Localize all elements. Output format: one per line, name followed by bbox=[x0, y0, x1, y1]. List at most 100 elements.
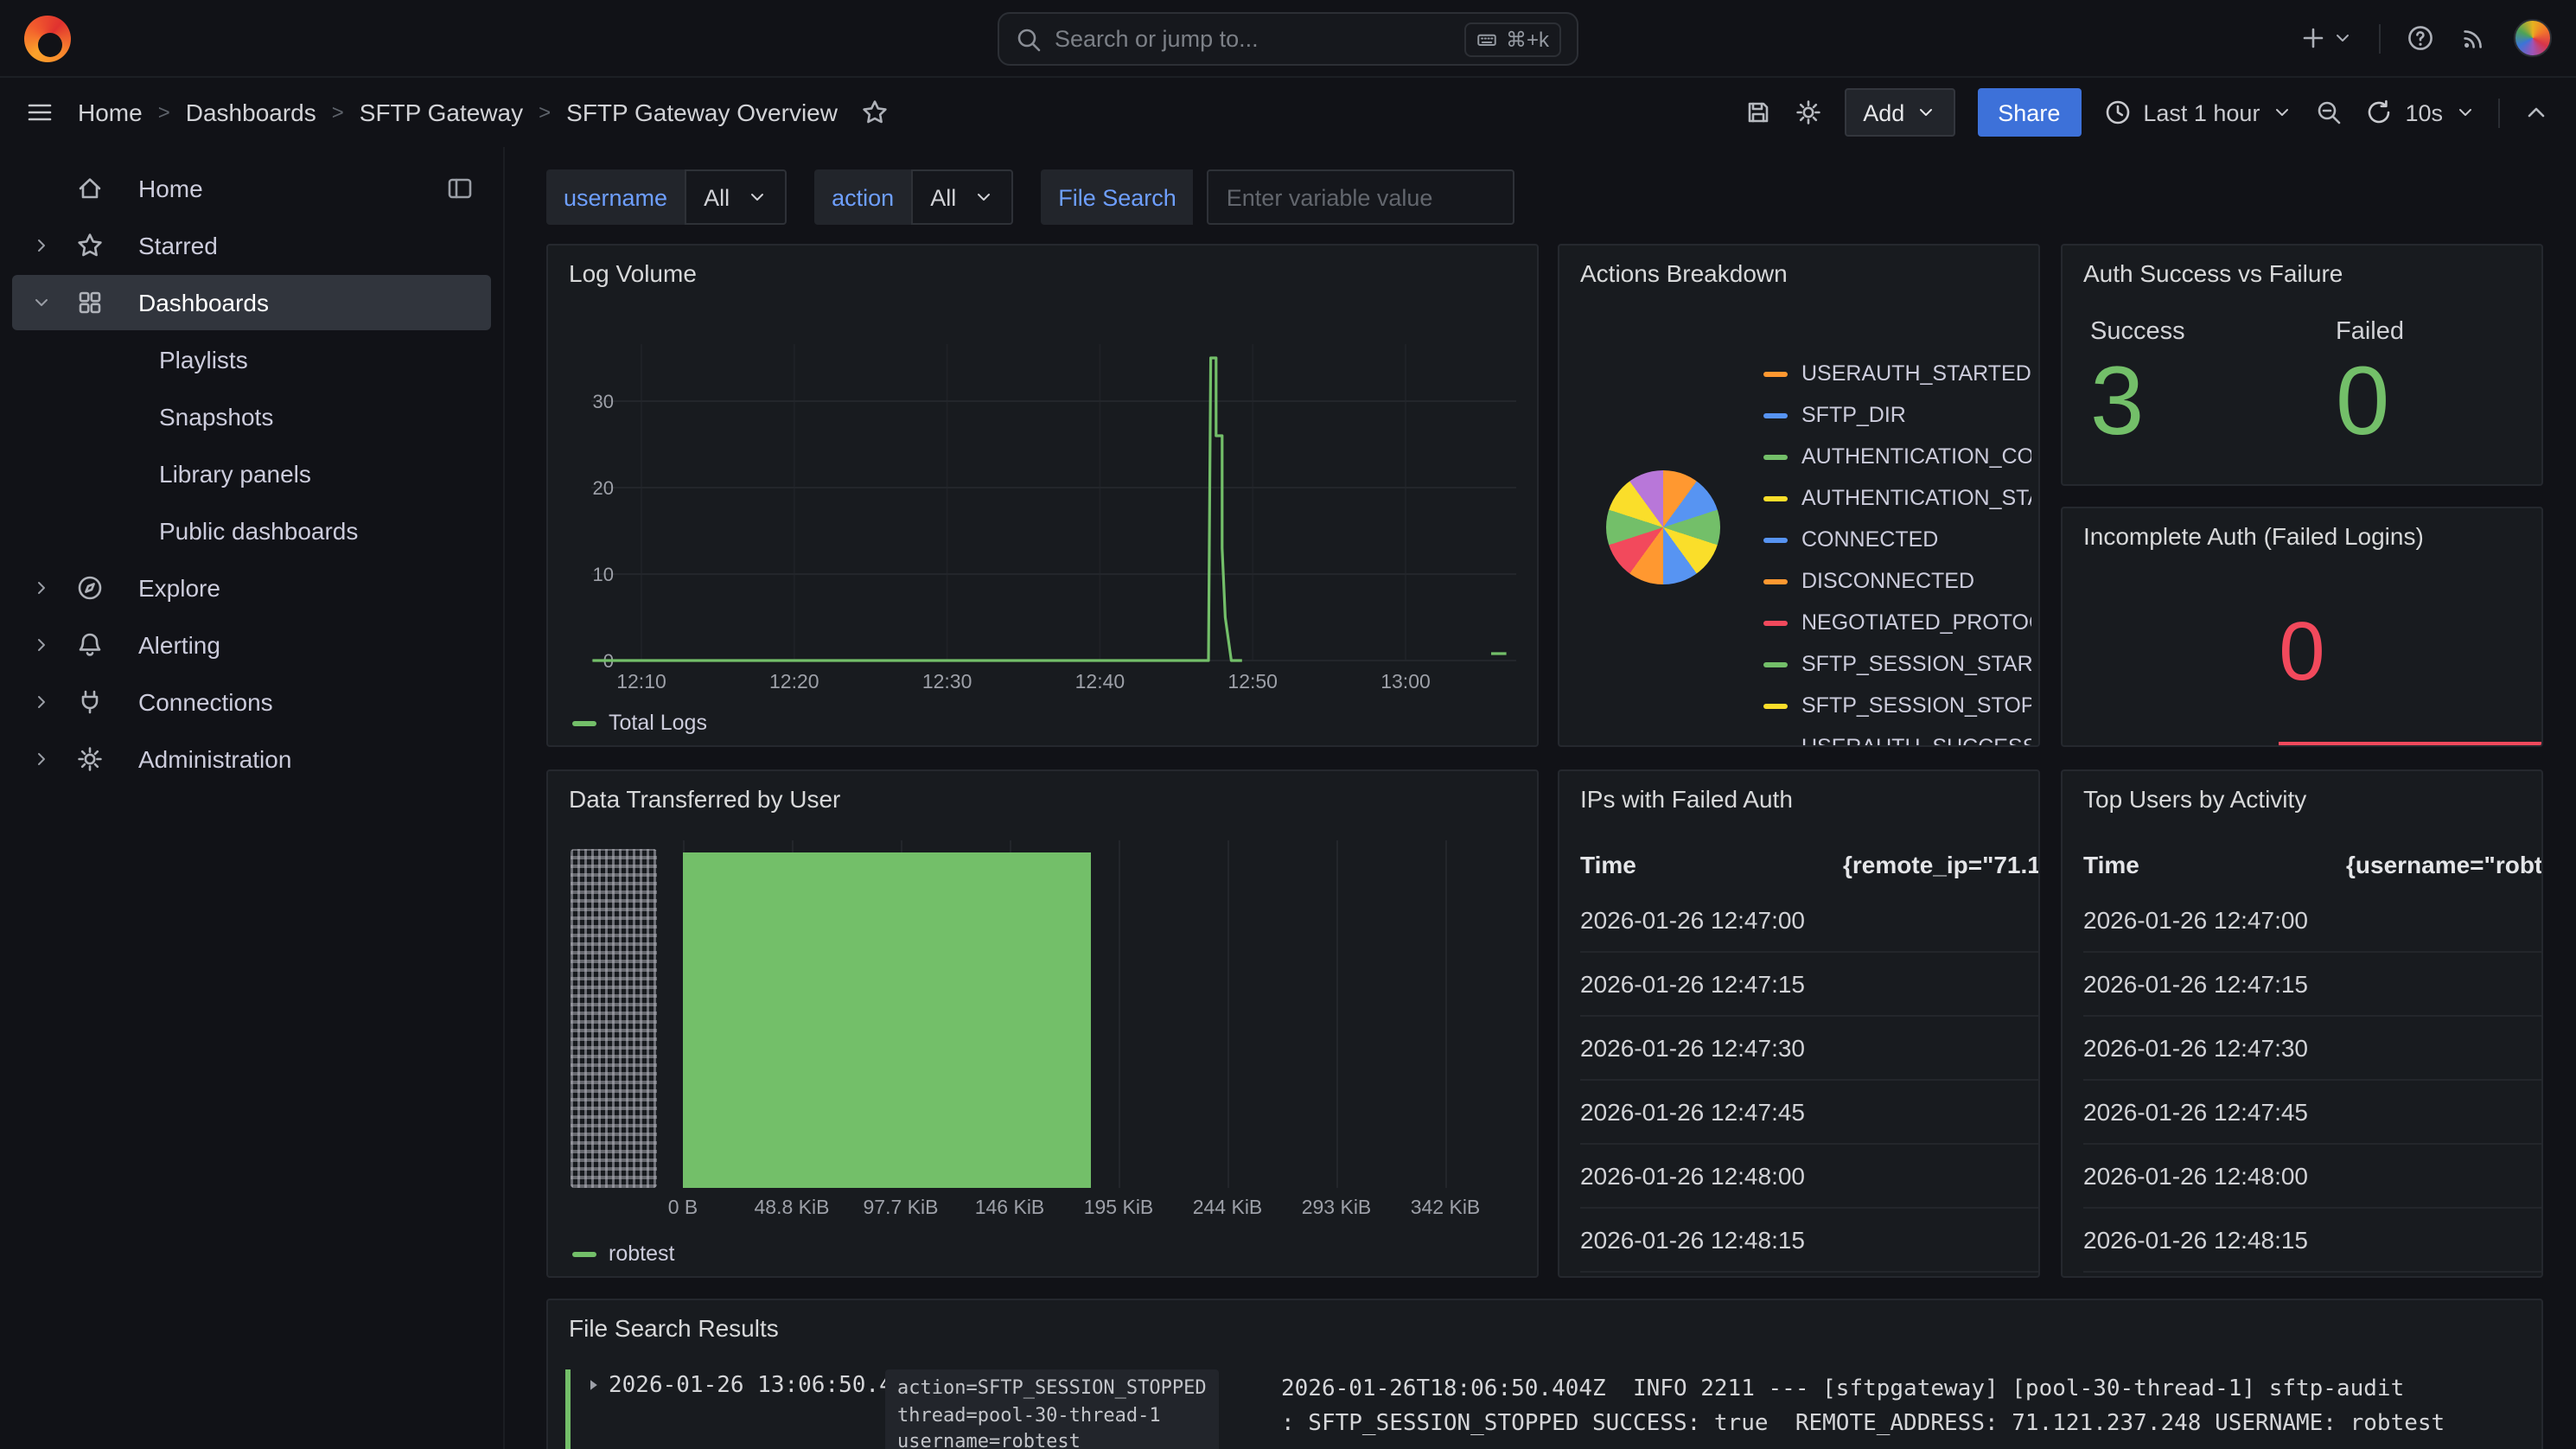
breadcrumb-item-sftp-gateway-overview[interactable]: SFTP Gateway Overview bbox=[566, 99, 838, 126]
legend-item-total-logs[interactable]: Total Logs bbox=[572, 711, 707, 735]
column-header-value[interactable]: {username="robtest"} bbox=[2346, 851, 2541, 878]
expand-log-caret-icon[interactable] bbox=[583, 1375, 603, 1395]
sidebar-item-snapshots[interactable]: Snapshots bbox=[12, 389, 491, 444]
sidebar-item-alerting[interactable]: Alerting bbox=[12, 617, 491, 673]
stat-value: 0 bbox=[2336, 351, 2543, 450]
sidebar-item-administration[interactable]: Administration bbox=[12, 731, 491, 787]
menu-icon[interactable] bbox=[26, 99, 54, 126]
variable-username-value[interactable]: All bbox=[685, 169, 787, 225]
table-row: 2026-01-26 12:47:15 bbox=[1580, 953, 2038, 1017]
apps-icon bbox=[76, 289, 118, 316]
new-menu-button[interactable] bbox=[2299, 24, 2353, 52]
table-row: 2026-01-26 12:47:30 bbox=[1580, 1017, 2038, 1081]
chevron-right-icon[interactable] bbox=[31, 749, 76, 769]
gridline bbox=[1336, 840, 1338, 1188]
divider bbox=[2379, 23, 2381, 53]
legend-item-sftp-session-stopped[interactable]: SFTP_SESSION_STOPPED bbox=[1763, 685, 2031, 726]
refresh-picker[interactable]: 10s bbox=[2365, 99, 2476, 126]
search-input[interactable] bbox=[1055, 26, 1452, 52]
collapse-toolbar-icon[interactable] bbox=[2522, 99, 2550, 126]
rss-icon bbox=[2460, 24, 2488, 52]
keyboard-icon bbox=[1476, 29, 1497, 49]
legend-color-dash bbox=[572, 1251, 596, 1256]
variable-action-value[interactable]: All bbox=[911, 169, 1013, 225]
table-header-row: Time{remote_ip="71.121.237.248"} bbox=[1580, 840, 2038, 889]
search-bar[interactable]: ⌘+k bbox=[998, 12, 1578, 66]
panel-title[interactable]: Incomplete Auth (Failed Logins) bbox=[2063, 508, 2541, 564]
breadcrumb-item-home[interactable]: Home bbox=[78, 99, 143, 126]
sidebar-item-library-panels[interactable]: Library panels bbox=[12, 446, 491, 501]
panel-title[interactable]: IPs with Failed Auth bbox=[1559, 771, 2038, 827]
legend-item-connected[interactable]: CONNECTED bbox=[1763, 519, 2031, 560]
chevron-right-icon[interactable] bbox=[31, 692, 76, 712]
sidebar-item-label: Alerting bbox=[138, 631, 220, 659]
legend-item-userauth-started[interactable]: USERAUTH_STARTED bbox=[1763, 353, 2031, 394]
dashboard-canvas: username All action All File Search Log bbox=[505, 147, 2576, 1449]
log-row: 2026-01-26 13:06:50.404 action=SFTP_SESS… bbox=[565, 1369, 2521, 1449]
stat-value: 3 bbox=[2090, 351, 2336, 450]
legend-item-negotiated-protocol[interactable]: NEGOTIATED_PROTOCOL bbox=[1763, 602, 2031, 643]
share-button[interactable]: Share bbox=[1977, 88, 2081, 137]
legend-item-sftp-dir[interactable]: SFTP_DIR bbox=[1763, 394, 2031, 436]
legend-item-robtest[interactable]: robtest bbox=[572, 1242, 674, 1266]
zoom-out-icon[interactable] bbox=[2315, 99, 2343, 126]
svg-text:20: 20 bbox=[593, 477, 614, 499]
help-button[interactable] bbox=[2407, 24, 2434, 52]
legend-item-sftp-session-started[interactable]: SFTP_SESSION_STARTED bbox=[1763, 643, 2031, 685]
chevron-right-icon[interactable] bbox=[31, 578, 76, 598]
log-detected-fields: action=SFTP_SESSION_STOPPEDthread=pool-3… bbox=[885, 1369, 1219, 1449]
panel-title[interactable]: Auth Success vs Failure bbox=[2063, 246, 2541, 301]
column-header-time[interactable]: Time bbox=[1580, 851, 1843, 878]
breadcrumb-item-dashboards[interactable]: Dashboards bbox=[186, 99, 316, 126]
legend-item-authentication-complete[interactable]: AUTHENTICATION_COMPLETE bbox=[1763, 436, 2031, 477]
favorite-star-icon[interactable] bbox=[862, 99, 889, 126]
cell-time: 2026-01-26 12:47:15 bbox=[2083, 970, 2346, 998]
legend-item-authentication-started[interactable]: AUTHENTICATION_STARTED bbox=[1763, 477, 2031, 519]
x-axis-label: 0 B bbox=[668, 1198, 698, 1219]
chevron-down-icon[interactable] bbox=[31, 292, 76, 313]
log-field: action=SFTP_SESSION_STOPPED bbox=[897, 1375, 1207, 1401]
column-header-time[interactable]: Time bbox=[2083, 851, 2346, 878]
sidebar-item-connections[interactable]: Connections bbox=[12, 674, 491, 730]
legend-label: DISCONNECTED bbox=[1801, 569, 1974, 593]
legend-item-userauth-success[interactable]: USERAUTH_SUCCESS bbox=[1763, 726, 2031, 747]
sidebar-item-public-dashboards[interactable]: Public dashboards bbox=[12, 503, 491, 559]
panel-title[interactable]: Top Users by Activity bbox=[2063, 771, 2541, 827]
table: Time{remote_ip="71.121.237.248"} 2026-01-… bbox=[1580, 840, 2038, 1273]
add-panel-button[interactable]: Add bbox=[1844, 88, 1954, 137]
chevron-down-icon bbox=[2455, 102, 2476, 123]
user-avatar[interactable] bbox=[2514, 19, 2552, 57]
x-axis-label: 146 KiB bbox=[975, 1198, 1045, 1219]
sidebar-item-label: Explore bbox=[138, 574, 220, 602]
breadcrumb-separator: > bbox=[332, 100, 344, 124]
panel-title[interactable]: File Search Results bbox=[548, 1300, 2541, 1356]
collapse-sidebar-icon[interactable] bbox=[446, 175, 474, 202]
time-range-picker[interactable]: Last 1 hour bbox=[2103, 99, 2292, 126]
log-timestamp: 2026-01-26 13:06:50.404 bbox=[609, 1373, 920, 1399]
cell-time: 2026-01-26 12:47:45 bbox=[2083, 1098, 2346, 1126]
column-header-value[interactable]: {remote_ip="71.121.237.248"} bbox=[1843, 851, 2038, 878]
legend-item-disconnected[interactable]: DISCONNECTED bbox=[1763, 560, 2031, 602]
breadcrumb-item-sftp-gateway[interactable]: SFTP Gateway bbox=[360, 99, 523, 126]
sidebar-item-playlists[interactable]: Playlists bbox=[12, 332, 491, 387]
sidebar-item-dashboards[interactable]: Dashboards bbox=[12, 275, 491, 330]
dashboard-settings-icon[interactable] bbox=[1794, 99, 1821, 126]
save-dashboard-icon[interactable] bbox=[1744, 99, 1771, 126]
chevron-right-icon[interactable] bbox=[31, 235, 76, 256]
legend-label: robtest bbox=[609, 1242, 674, 1266]
stat-label: Failed bbox=[2336, 318, 2543, 346]
grafana-logo[interactable] bbox=[24, 15, 71, 61]
sidebar-item-explore[interactable]: Explore bbox=[12, 560, 491, 616]
chevron-right-icon[interactable] bbox=[31, 635, 76, 655]
panel-title[interactable]: Log Volume bbox=[548, 246, 1537, 301]
news-button[interactable] bbox=[2460, 24, 2488, 52]
variable-action: action All bbox=[814, 169, 1013, 225]
sidebar-item-starred[interactable]: Starred bbox=[12, 218, 491, 273]
breadcrumb-separator: > bbox=[158, 100, 170, 124]
breadcrumb: Home>Dashboards>SFTP Gateway>SFTP Gatewa… bbox=[78, 99, 838, 126]
variable-file-search-input[interactable] bbox=[1208, 169, 1515, 225]
sidebar-item-home[interactable]: Home bbox=[12, 161, 491, 216]
variable-username: username All bbox=[546, 169, 787, 225]
panel-title[interactable]: Actions Breakdown bbox=[1559, 246, 2038, 301]
plug-icon bbox=[76, 688, 118, 716]
